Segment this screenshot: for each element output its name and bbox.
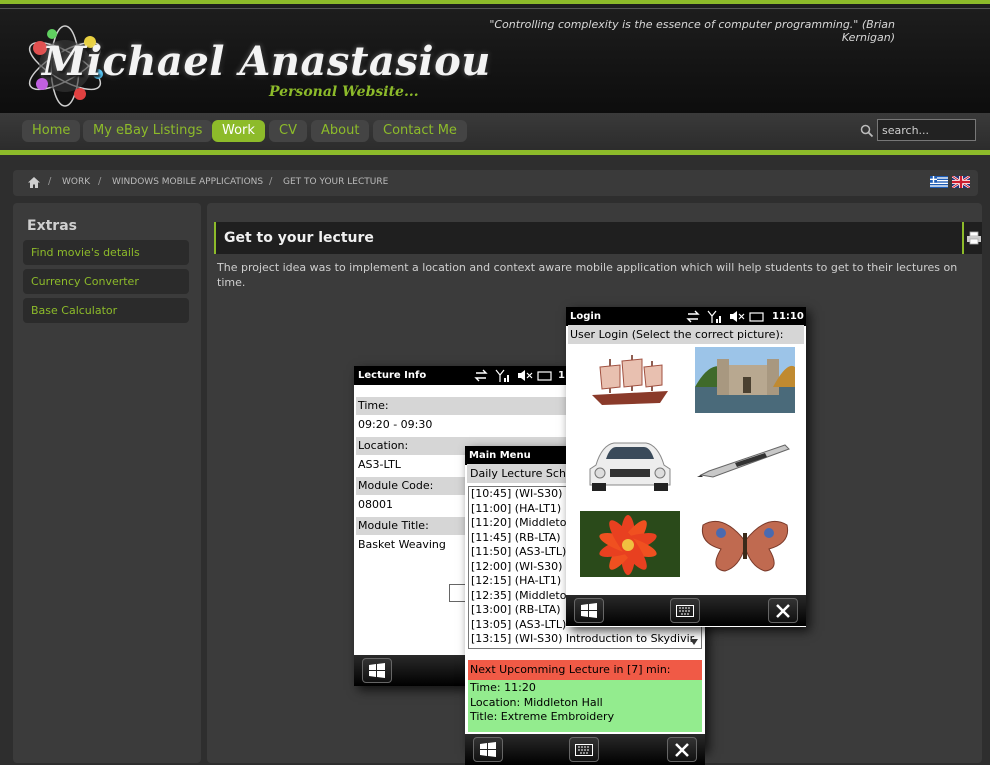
windows-logo-icon	[581, 603, 597, 618]
butterfly-picture[interactable]	[695, 511, 795, 577]
nav-about[interactable]: About	[311, 120, 370, 142]
login-title: Login	[570, 311, 601, 322]
windows-start-button[interactable]	[362, 658, 392, 683]
main-nav: Home My eBay Listings Work CV About Cont…	[0, 113, 990, 155]
time-value: 09:20 - 09:30	[358, 418, 433, 431]
location-value: AS3-LTL	[358, 458, 401, 471]
greek-flag-icon[interactable]	[930, 176, 948, 188]
search-input[interactable]	[877, 119, 976, 141]
site-tagline: Personal Website...	[269, 84, 419, 100]
nav-cv[interactable]: CV	[269, 120, 307, 142]
status-icons	[686, 310, 764, 323]
keyboard-icon	[676, 605, 694, 617]
breadcrumb-separator: /	[269, 176, 273, 187]
article-text: The project idea was to implement a loca…	[217, 261, 958, 289]
login-prompt: User Login (Select the correct picture):	[568, 325, 804, 344]
windows-logo-icon	[480, 742, 496, 757]
time-label: Time:	[356, 397, 596, 415]
sidebar-item-movie-details[interactable]: Find movie's details	[23, 240, 189, 265]
login-titlebar: Login 11:10	[566, 307, 806, 326]
site-header: "Controlling complexity is the essence o…	[0, 0, 990, 113]
header-quote: "Controlling complexity is the essence o…	[489, 18, 895, 44]
nav-work[interactable]: Work	[212, 120, 265, 142]
next-lecture-details: Time: 11:20 Location: Middleton Hall Tit…	[468, 680, 702, 732]
nav-ebay-listings[interactable]: My eBay Listings	[83, 120, 213, 142]
uk-flag-icon[interactable]	[952, 176, 970, 188]
article-title: Get to your lecture	[224, 230, 374, 246]
next-lecture-time: Time: 11:20	[470, 681, 536, 694]
login-softkeys	[566, 595, 806, 626]
home-icon[interactable]	[27, 176, 41, 189]
next-lecture-title: Title: Extreme Embroidery	[470, 710, 615, 723]
pen-picture[interactable]	[695, 429, 795, 495]
breadcrumb-work[interactable]: WORK	[62, 177, 90, 187]
breadcrumb: / WORK / WINDOWS MOBILE APPLICATIONS / G…	[13, 170, 978, 196]
module-title-value: Basket Weaving	[358, 538, 446, 551]
breadcrumb-separator: /	[48, 176, 52, 187]
close-icon	[776, 604, 790, 618]
lecture-info-title: Lecture Info	[358, 370, 427, 381]
keyboard-icon	[575, 744, 593, 756]
castle-picture[interactable]	[695, 347, 795, 413]
windows-start-button[interactable]	[574, 598, 604, 623]
main-menu-title: Main Menu	[469, 450, 531, 461]
breadcrumb-separator: /	[98, 176, 102, 187]
list-item[interactable]: [13:15] (WI-S30) Introduction to Skydivi…	[469, 632, 701, 647]
article-header: Get to your lecture	[214, 222, 982, 254]
login-screenshot: Login 11:10 User Login (Select the corre…	[566, 307, 806, 627]
search-icon[interactable]	[860, 124, 874, 138]
login-clock: 11:10	[772, 311, 804, 322]
chevron-down-icon[interactable]	[690, 639, 698, 645]
close-button[interactable]	[768, 598, 798, 623]
lecture-info-clock: 1	[558, 370, 565, 381]
flower-picture[interactable]	[580, 511, 680, 577]
sidebar-item-currency-converter[interactable]: Currency Converter	[23, 269, 189, 294]
keyboard-button[interactable]	[670, 598, 700, 623]
nav-contact[interactable]: Contact Me	[373, 120, 467, 142]
print-button[interactable]	[962, 222, 982, 254]
sidebar-item-base-calculator[interactable]: Base Calculator	[23, 298, 189, 323]
breadcrumb-current: GET TO YOUR LECTURE	[283, 177, 389, 187]
breadcrumb-windows-mobile[interactable]: WINDOWS MOBILE APPLICATIONS	[112, 177, 263, 187]
nav-home[interactable]: Home	[22, 120, 81, 142]
site-name[interactable]: Michael Anastasiou	[42, 38, 491, 85]
module-code-value: 08001	[358, 498, 393, 511]
windows-logo-icon	[369, 663, 385, 678]
sidebar-title: Extras	[27, 218, 77, 234]
header-divider	[0, 8, 990, 9]
sidebar: Extras Find movie's details Currency Con…	[13, 203, 201, 763]
next-lecture-heading: Next Upcomming Lecture in [7] min:	[468, 660, 702, 680]
printer-icon	[967, 231, 981, 245]
close-icon	[675, 743, 689, 757]
next-lecture-location: Location: Middleton Hall	[470, 695, 603, 709]
car-picture[interactable]	[580, 429, 680, 495]
status-icons	[474, 369, 552, 382]
ship-picture[interactable]	[580, 347, 680, 413]
